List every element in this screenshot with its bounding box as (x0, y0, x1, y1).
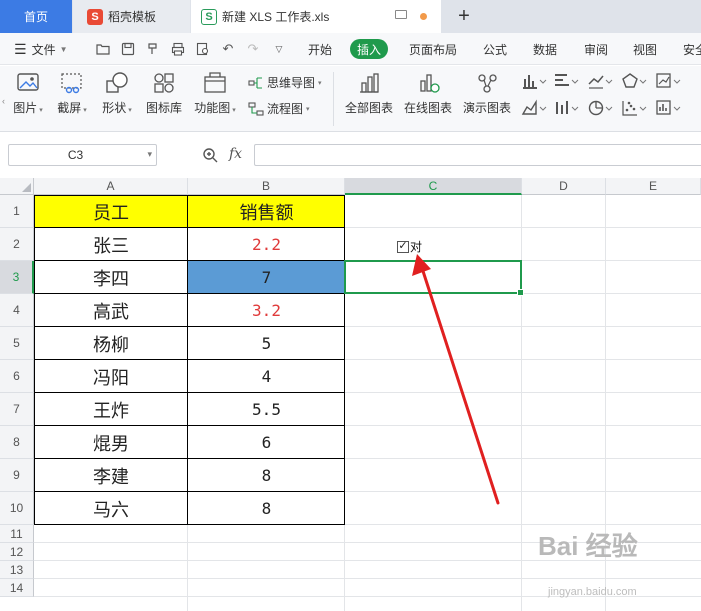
function-chart-icon (204, 72, 226, 93)
menu-view[interactable]: 视图 (633, 33, 657, 65)
print-preview-icon[interactable] (196, 42, 210, 56)
chevron-down-icon: ▼ (59, 44, 68, 54)
name-box-value: C3 (67, 148, 84, 162)
stock-chart-icon[interactable] (553, 99, 579, 120)
picture-icon (17, 73, 39, 91)
file-menu-label: 文件 (31, 42, 56, 57)
baidu-watermark: Bai 经验 (538, 531, 638, 561)
mind-map-label: 思维导图 (267, 76, 316, 90)
print-icon[interactable] (171, 42, 185, 56)
function-chart-label: 功能图 (194, 101, 231, 115)
formula-bar: C3 ▾ fx (0, 132, 701, 178)
combo-chart-icon[interactable] (655, 99, 681, 120)
picture-label: 图片 (13, 101, 38, 115)
hamburger-icon: ☰ (14, 40, 27, 57)
formula-input[interactable] (254, 144, 701, 166)
arrow-head (412, 254, 431, 276)
ribbon-scroll-left-icon[interactable]: ‹ (2, 96, 5, 106)
chevron-down-icon[interactable]: ▾ (147, 149, 152, 160)
scatter-chart-icon[interactable] (621, 99, 647, 120)
save-icon[interactable] (121, 42, 135, 56)
spreadsheet-logo-icon: S (201, 8, 217, 25)
line-chart-icon[interactable] (587, 72, 613, 93)
docer-logo-icon: S (87, 8, 103, 25)
file-menu[interactable]: ☰ 文件 ▼ (14, 33, 68, 65)
flowchart-icon (248, 101, 264, 116)
menu-data[interactable]: 数据 (533, 33, 557, 65)
picture-button[interactable]: 图片 ▾ (10, 71, 46, 116)
demo-chart-icon (478, 74, 497, 93)
online-charts-label: 在线图表 (403, 101, 452, 115)
icon-library-button[interactable]: 图标库 (144, 71, 184, 116)
demo-charts-button[interactable]: 演示图表 (461, 71, 513, 116)
ribbon-divider (333, 72, 334, 126)
mind-map-button[interactable]: 思维导图 ▾ (248, 74, 322, 91)
radar-chart-icon[interactable] (621, 72, 647, 93)
scissors-icon (61, 73, 82, 94)
screenshot-button[interactable]: 截屏 ▾ (54, 71, 90, 116)
name-box[interactable]: C3 ▾ (8, 144, 157, 166)
tab-template[interactable]: S 稻壳模板 (73, 0, 190, 33)
redo-icon[interactable]: ↷ (246, 42, 260, 56)
tab-file[interactable]: S 新建 XLS 工作表.xls (191, 0, 441, 33)
shapes-icon (106, 72, 128, 93)
menu-bar: ☰ 文件 ▼ ↶ ↷ ▽ 开始 插入 页面布局 公式 数据 审阅 视图 安全 (0, 33, 701, 65)
tab-home-label: 首页 (23, 10, 48, 24)
monitor-icon[interactable] (395, 10, 407, 19)
ribbon: ‹ 图片 ▾ 截屏 ▾ 形状 ▾ 图标库 功能图 ▾ 思维导图 ▾ 流程图 ▾ 全部… (0, 66, 701, 132)
pie-chart-icon[interactable] (587, 99, 613, 120)
tab-template-label: 稻壳模板 (108, 10, 157, 24)
menu-page-layout[interactable]: 页面布局 (409, 33, 457, 65)
screenshot-label: 截屏 (57, 101, 82, 115)
icon-library-icon (154, 73, 174, 93)
zoom-search-icon[interactable] (202, 147, 218, 166)
format-painter-icon[interactable] (146, 42, 160, 56)
other-chart-icon[interactable] (655, 72, 681, 93)
menu-insert[interactable]: 插入 (350, 39, 389, 59)
flowchart-label: 流程图 (267, 102, 304, 116)
column-chart-icon[interactable] (521, 72, 547, 93)
area-chart-icon[interactable] (521, 99, 547, 120)
shapes-label: 形状 (102, 101, 127, 115)
undo-icon[interactable]: ↶ (221, 42, 235, 56)
bar-chart-icon (360, 73, 379, 93)
tab-bar: 首页 S 稻壳模板 S 新建 XLS 工作表.xls + (0, 0, 701, 33)
menu-start[interactable]: 开始 (308, 33, 332, 65)
flowchart-button[interactable]: 流程图 ▾ (248, 100, 310, 117)
mind-map-icon (248, 76, 262, 89)
open-folder-icon[interactable] (96, 42, 110, 56)
customize-toolbar-icon[interactable]: ▽ (272, 42, 286, 56)
function-chart-button[interactable]: 功能图 ▾ (192, 71, 238, 116)
menu-review[interactable]: 审阅 (584, 33, 608, 65)
online-chart-icon (420, 74, 440, 93)
arrow-shaft (420, 266, 500, 505)
demo-charts-label: 演示图表 (462, 101, 511, 115)
unsaved-dot-icon (420, 13, 427, 20)
fx-label[interactable]: fx (229, 146, 242, 162)
menu-security[interactable]: 安全 (683, 33, 701, 65)
menu-formula[interactable]: 公式 (483, 33, 507, 65)
online-charts-button[interactable]: 在线图表 (402, 71, 454, 116)
icon-library-label: 图标库 (145, 101, 182, 115)
tab-home[interactable]: 首页 (0, 0, 72, 33)
watermark-url: jingyan.baidu.com (548, 586, 637, 598)
new-tab-button[interactable]: + (450, 0, 478, 33)
all-charts-button[interactable]: 全部图表 (343, 71, 395, 116)
shapes-button[interactable]: 形状 ▾ (99, 71, 135, 116)
bar-chart-horizontal-icon[interactable] (553, 72, 579, 93)
tab-file-label: 新建 XLS 工作表.xls (222, 10, 330, 24)
all-charts-label: 全部图表 (344, 101, 393, 115)
